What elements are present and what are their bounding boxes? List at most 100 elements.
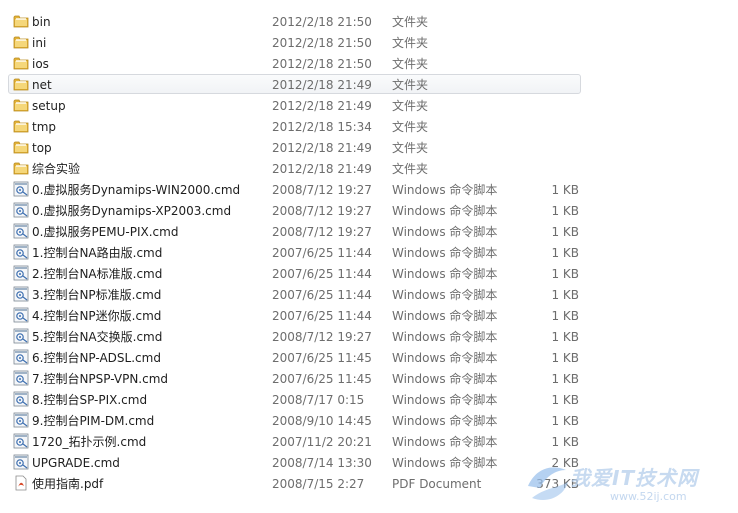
file-date-modified: 2012/2/18 21:49 bbox=[272, 78, 372, 92]
file-list: bin 2012/2/18 21:50 文件夹 ini 2012/2/18 21:50 文… bbox=[0, 0, 738, 513]
file-row[interactable]: 0.虚拟服务PEMU-PIX.cmd 2008/7/12 19:27 Windows… bbox=[8, 221, 581, 241]
file-date-modified: 2007/6/25 11:45 bbox=[272, 351, 372, 365]
file-row[interactable]: 1.控制台NA路由版.cmd 2007/6/25 11:44 Windows 命令脚… bbox=[8, 242, 581, 262]
file-type: 文件夹 bbox=[392, 78, 429, 92]
pdf-file-icon bbox=[13, 475, 29, 491]
file-date-modified: 2007/6/25 11:44 bbox=[272, 267, 372, 281]
file-size: 1 KB bbox=[551, 246, 579, 260]
file-row[interactable]: 0.虚拟服务Dynamips-WIN2000.cmd 2008/7/12 19:2… bbox=[8, 179, 581, 199]
file-name: 7.控制台NPSP-VPN.cmd bbox=[32, 372, 169, 386]
file-row[interactable]: 4.控制台NP迷你版.cmd 2007/6/25 11:44 Windows 命令脚… bbox=[8, 305, 581, 325]
file-type: Windows 命令脚本 bbox=[392, 309, 498, 323]
file-row[interactable]: tmp 2012/2/18 15:34 文件夹 bbox=[8, 116, 581, 136]
file-name: 3.控制台NP标准版.cmd bbox=[32, 288, 162, 302]
file-type: Windows 命令脚本 bbox=[392, 456, 498, 470]
folder-icon bbox=[13, 55, 29, 71]
file-size: 1 KB bbox=[551, 372, 579, 386]
file-type: Windows 命令脚本 bbox=[392, 414, 498, 428]
file-name: top bbox=[32, 141, 52, 155]
file-type: Windows 命令脚本 bbox=[392, 246, 498, 260]
file-name: 0.虚拟服务PEMU-PIX.cmd bbox=[32, 225, 179, 239]
file-type: Windows 命令脚本 bbox=[392, 225, 498, 239]
file-row[interactable]: top 2012/2/18 21:49 文件夹 bbox=[8, 137, 581, 157]
file-date-modified: 2008/9/10 14:45 bbox=[272, 414, 372, 428]
file-type: Windows 命令脚本 bbox=[392, 183, 498, 197]
file-size: 1 KB bbox=[551, 288, 579, 302]
file-type: 文件夹 bbox=[392, 99, 429, 113]
file-row[interactable]: 0.虚拟服务Dynamips-XP2003.cmd 2008/7/12 19:27… bbox=[8, 200, 581, 220]
folder-icon bbox=[13, 76, 29, 92]
cmd-script-icon bbox=[13, 412, 29, 428]
watermark-logo-icon bbox=[528, 467, 568, 501]
file-size: 1 KB bbox=[551, 330, 579, 344]
file-type: Windows 命令脚本 bbox=[392, 372, 498, 386]
watermark-url: www.52ij.com bbox=[610, 490, 687, 503]
file-size: 1 KB bbox=[551, 435, 579, 449]
folder-icon bbox=[13, 139, 29, 155]
file-row[interactable]: net 2012/2/18 21:49 文件夹 bbox=[8, 74, 581, 94]
folder-icon bbox=[13, 13, 29, 29]
file-row[interactable]: ios 2012/2/18 21:50 文件夹 bbox=[8, 53, 581, 73]
file-row[interactable]: 3.控制台NP标准版.cmd 2007/6/25 11:44 Windows 命令脚… bbox=[8, 284, 581, 304]
file-name: 9.控制台PIM-DM.cmd bbox=[32, 414, 155, 428]
cmd-script-icon bbox=[13, 391, 29, 407]
file-row[interactable]: UPGRADE.cmd 2008/7/14 13:30 Windows 命令脚本 2 … bbox=[8, 452, 581, 472]
file-date-modified: 2012/2/18 21:49 bbox=[272, 99, 372, 113]
file-row[interactable]: setup 2012/2/18 21:49 文件夹 bbox=[8, 95, 581, 115]
file-type: Windows 命令脚本 bbox=[392, 204, 498, 218]
file-row[interactable]: 7.控制台NPSP-VPN.cmd 2007/6/25 11:45 Windows … bbox=[8, 368, 581, 388]
file-name: net bbox=[32, 78, 52, 92]
file-date-modified: 2008/7/14 13:30 bbox=[272, 456, 372, 470]
file-type: 文件夹 bbox=[392, 141, 429, 155]
file-row[interactable]: bin 2012/2/18 21:50 文件夹 bbox=[8, 11, 581, 31]
file-name: 综合实验 bbox=[32, 162, 81, 176]
file-date-modified: 2012/2/18 21:50 bbox=[272, 15, 372, 29]
cmd-script-icon bbox=[13, 454, 29, 470]
file-date-modified: 2012/2/18 21:50 bbox=[272, 36, 372, 50]
file-row[interactable]: 1720_拓扑示例.cmd 2007/11/2 20:21 Windows 命令脚本… bbox=[8, 431, 581, 451]
file-size: 1 KB bbox=[551, 393, 579, 407]
cmd-script-icon bbox=[13, 307, 29, 323]
cmd-script-icon bbox=[13, 286, 29, 302]
file-date-modified: 2012/2/18 21:49 bbox=[272, 162, 372, 176]
file-date-modified: 2007/6/25 11:44 bbox=[272, 246, 372, 260]
watermark: 我爱IT技术网 www.52ij.com bbox=[518, 456, 738, 513]
file-row[interactable]: 使用指南.pdf 2008/7/15 2:27 PDF Document 373 KB bbox=[8, 473, 581, 493]
file-row[interactable]: ini 2012/2/18 21:50 文件夹 bbox=[8, 32, 581, 52]
file-name: ini bbox=[32, 36, 47, 50]
folder-icon bbox=[13, 118, 29, 134]
file-name: setup bbox=[32, 99, 66, 113]
file-row[interactable]: 9.控制台PIM-DM.cmd 2008/9/10 14:45 Windows 命令… bbox=[8, 410, 581, 430]
file-type: Windows 命令脚本 bbox=[392, 435, 498, 449]
cmd-script-icon bbox=[13, 433, 29, 449]
file-row[interactable]: 5.控制台NA交换版.cmd 2008/7/12 19:27 Windows 命令脚… bbox=[8, 326, 581, 346]
file-date-modified: 2012/2/18 15:34 bbox=[272, 120, 372, 134]
file-type: 文件夹 bbox=[392, 36, 429, 50]
file-row[interactable]: 6.控制台NP-ADSL.cmd 2007/6/25 11:45 Windows 命… bbox=[8, 347, 581, 367]
file-name: 0.虚拟服务Dynamips-XP2003.cmd bbox=[32, 204, 232, 218]
file-row[interactable]: 综合实验 2012/2/18 21:49 文件夹 bbox=[8, 158, 581, 178]
file-row[interactable]: 2.控制台NA标准版.cmd 2007/6/25 11:44 Windows 命令脚… bbox=[8, 263, 581, 283]
cmd-script-icon bbox=[13, 349, 29, 365]
file-date-modified: 2008/7/15 2:27 bbox=[272, 477, 365, 491]
file-name: 0.虚拟服务Dynamips-WIN2000.cmd bbox=[32, 183, 241, 197]
file-size: 1 KB bbox=[551, 267, 579, 281]
file-type: Windows 命令脚本 bbox=[392, 393, 498, 407]
file-size: 1 KB bbox=[551, 225, 579, 239]
file-name: 2.控制台NA标准版.cmd bbox=[32, 267, 163, 281]
cmd-script-icon bbox=[13, 328, 29, 344]
file-date-modified: 2008/7/17 0:15 bbox=[272, 393, 365, 407]
file-size: 1 KB bbox=[551, 414, 579, 428]
file-row[interactable]: 8.控制台SP-PIX.cmd 2008/7/17 0:15 Windows 命令脚… bbox=[8, 389, 581, 409]
cmd-script-icon bbox=[13, 370, 29, 386]
file-name: 6.控制台NP-ADSL.cmd bbox=[32, 351, 161, 365]
file-type: Windows 命令脚本 bbox=[392, 288, 498, 302]
file-type: PDF Document bbox=[392, 477, 482, 491]
file-name: 5.控制台NA交换版.cmd bbox=[32, 330, 163, 344]
folder-icon bbox=[13, 160, 29, 176]
file-type: Windows 命令脚本 bbox=[392, 351, 498, 365]
file-name: bin bbox=[32, 15, 51, 29]
file-date-modified: 2008/7/12 19:27 bbox=[272, 183, 372, 197]
cmd-script-icon bbox=[13, 244, 29, 260]
file-name: 8.控制台SP-PIX.cmd bbox=[32, 393, 148, 407]
